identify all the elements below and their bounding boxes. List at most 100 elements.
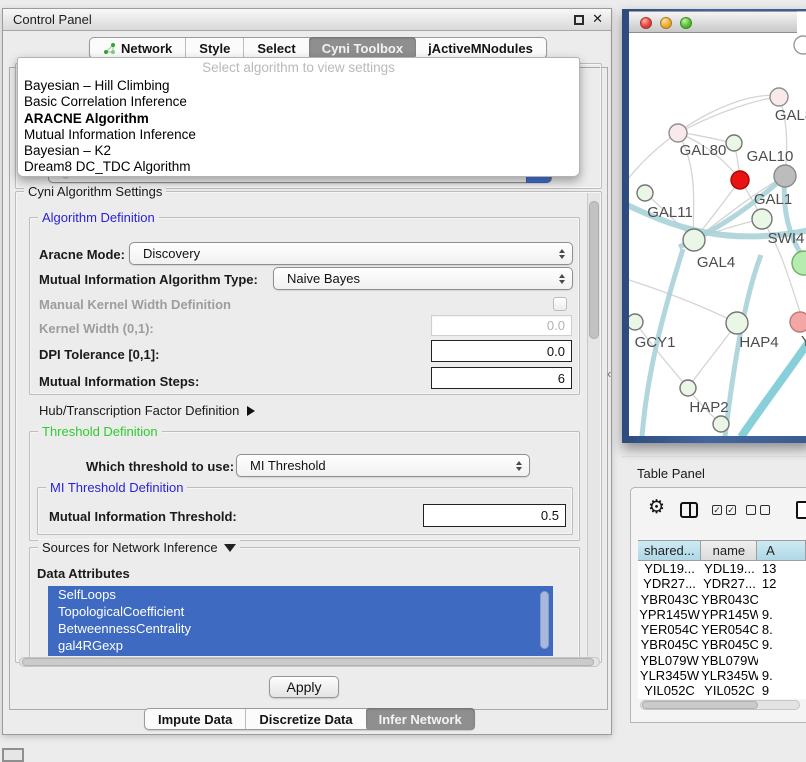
zoom-traffic-light-icon[interactable] bbox=[680, 17, 692, 29]
tab-discretize-data[interactable]: Discretize Data bbox=[246, 709, 366, 729]
network-node[interactable] bbox=[752, 209, 772, 229]
table-cell[interactable]: YBR045C bbox=[701, 637, 758, 652]
expander-collapsed-icon[interactable] bbox=[247, 406, 255, 416]
network-node[interactable] bbox=[726, 135, 742, 151]
dropdown-item[interactable]: Dream8 DC_TDC Algorithm bbox=[18, 159, 579, 175]
table-row[interactable]: YIL052C YIL052C 9 bbox=[638, 683, 806, 698]
settings-horizontal-scrollbar[interactable] bbox=[19, 657, 600, 667]
data-attributes-list[interactable]: SelfLoops TopologicalCoefficient Between… bbox=[48, 586, 553, 656]
table-cell[interactable]: 8. bbox=[758, 622, 806, 637]
combobox-stepper-icon[interactable] bbox=[559, 274, 565, 284]
network-window-titlebar[interactable] bbox=[629, 11, 797, 33]
tab-cyni-toolbox[interactable]: Cyni Toolbox bbox=[309, 37, 416, 59]
table-horizontal-scrollbar[interactable] bbox=[640, 700, 800, 710]
network-node[interactable] bbox=[637, 185, 653, 201]
bottom-left-widget[interactable] bbox=[2, 748, 24, 762]
tab-infer-network[interactable]: Infer Network bbox=[366, 708, 475, 730]
table-cell[interactable]: YIL052C bbox=[638, 683, 701, 698]
network-node[interactable] bbox=[790, 312, 806, 332]
split-columns-icon[interactable] bbox=[680, 502, 698, 518]
column-header[interactable]: name bbox=[701, 541, 757, 560]
table-row[interactable]: YPR145W YPR145W 9. bbox=[638, 607, 806, 622]
mi-type-combobox[interactable]: Naive Bayes bbox=[273, 267, 573, 290]
apply-button[interactable]: Apply bbox=[269, 676, 339, 698]
table-row[interactable]: YLR345W YLR345W 9. bbox=[638, 668, 806, 683]
tab-select[interactable]: Select bbox=[244, 38, 309, 58]
table-cell[interactable] bbox=[758, 592, 806, 607]
list-item[interactable]: TopologicalCoefficient bbox=[48, 603, 553, 620]
table-cell[interactable]: YDR27... bbox=[701, 576, 758, 591]
tab-jactivemnodules[interactable]: jActiveMNodules bbox=[415, 38, 546, 58]
aracne-mode-combobox[interactable]: Discovery bbox=[129, 242, 573, 265]
table-cell[interactable]: YDL19... bbox=[701, 561, 758, 576]
table-cell[interactable] bbox=[758, 653, 806, 668]
dropdown-item[interactable]: Basic Correlation Inference bbox=[18, 94, 579, 110]
network-view-window[interactable]: GAL8GAL80GAL10GAL1GAL11SWI4GAL4GCY1HAP4Y… bbox=[622, 9, 806, 443]
dropdown-item[interactable]: Bayesian – K2 bbox=[18, 143, 579, 159]
table-row[interactable]: YBL079W YBL079W bbox=[638, 653, 806, 668]
table-row[interactable]: YBR043C YBR043C bbox=[638, 592, 806, 607]
combobox-stepper-icon[interactable] bbox=[559, 249, 565, 259]
tab-style[interactable]: Style bbox=[186, 38, 244, 58]
kernel-width-field[interactable]: 0.0 bbox=[431, 315, 572, 336]
hub-expander[interactable]: Hub/Transcription Factor Definition bbox=[39, 403, 255, 418]
scrollbar-thumb[interactable] bbox=[22, 658, 594, 666]
network-node[interactable] bbox=[794, 36, 806, 54]
close-traffic-light-icon[interactable] bbox=[640, 17, 652, 29]
unchecked-pair-icon[interactable] bbox=[746, 505, 770, 515]
table-cell[interactable]: YDR27... bbox=[638, 576, 701, 591]
dpi-tolerance-field[interactable]: 0.0 bbox=[431, 340, 572, 362]
table-cell[interactable]: 9. bbox=[758, 668, 806, 683]
list-item[interactable]: BetweennessCentrality bbox=[48, 620, 553, 637]
manual-kernel-checkbox[interactable] bbox=[553, 297, 567, 311]
panel-collapse-chevron-icon[interactable]: ‹ bbox=[607, 366, 611, 381]
gear-icon[interactable]: ⚙ bbox=[648, 498, 665, 517]
table-row[interactable]: YBR045C YBR045C 9. bbox=[638, 637, 806, 652]
scrollbar-thumb[interactable] bbox=[642, 701, 758, 709]
table-cell[interactable]: YBR045C bbox=[638, 637, 701, 652]
network-canvas[interactable]: GAL8GAL80GAL10GAL1GAL11SWI4GAL4GCY1HAP4Y… bbox=[629, 33, 806, 436]
table-cell[interactable]: 12 bbox=[758, 576, 806, 591]
table-row[interactable]: YDL19... YDL19... 13 bbox=[638, 561, 806, 576]
scrollbar-thumb[interactable] bbox=[589, 201, 599, 339]
list-item[interactable]: SelfLoops bbox=[48, 586, 553, 603]
table-cell[interactable]: YER054C bbox=[638, 622, 701, 637]
combobox-stepper-icon[interactable] bbox=[516, 461, 522, 471]
checked-pair-icon[interactable]: ✓✓ bbox=[712, 505, 736, 515]
table-cell[interactable]: YIL052C bbox=[701, 683, 758, 698]
mi-steps-field[interactable]: 6 bbox=[431, 367, 572, 389]
table-cell[interactable]: YLR345W bbox=[701, 668, 758, 683]
network-node[interactable] bbox=[629, 314, 643, 330]
float-window-icon[interactable] bbox=[574, 15, 584, 25]
dropdown-item[interactable]: Mutual Information Inference bbox=[18, 127, 579, 143]
column-header[interactable]: shared... bbox=[638, 541, 701, 560]
network-node[interactable] bbox=[792, 251, 806, 275]
dropdown-item[interactable]: Bayesian – Hill Climbing bbox=[18, 78, 579, 94]
table-cell[interactable]: YBL079W bbox=[701, 653, 758, 668]
table-cell[interactable]: YPR145W bbox=[701, 607, 758, 622]
network-node[interactable] bbox=[669, 124, 687, 142]
network-node[interactable] bbox=[774, 165, 796, 187]
network-node[interactable] bbox=[683, 229, 705, 251]
tab-network[interactable]: Network bbox=[90, 38, 186, 58]
table-cell[interactable]: YBR043C bbox=[701, 592, 758, 607]
table-row[interactable]: YDR27... YDR27... 12 bbox=[638, 576, 806, 591]
table-cell[interactable]: YBR043C bbox=[638, 592, 701, 607]
expander-expanded-icon[interactable] bbox=[224, 544, 236, 552]
table-cell[interactable]: 13 bbox=[758, 561, 806, 576]
mi-threshold-field[interactable]: 0.5 bbox=[423, 504, 566, 527]
table-cell[interactable]: YER054C bbox=[701, 622, 758, 637]
close-icon[interactable]: ✕ bbox=[592, 11, 603, 27]
document-icon[interactable] bbox=[796, 501, 806, 519]
table-row[interactable]: YER054C YER054C 8. bbox=[638, 622, 806, 637]
network-node[interactable] bbox=[680, 380, 696, 396]
table-cell[interactable]: YDL19... bbox=[638, 561, 701, 576]
settings-vertical-scrollbar[interactable] bbox=[587, 193, 600, 660]
control-panel-titlebar[interactable]: Control Panel ✕ bbox=[3, 9, 611, 31]
table-cell[interactable]: 9. bbox=[758, 607, 806, 622]
list-item[interactable]: gal4RGexp bbox=[48, 637, 553, 654]
network-node[interactable] bbox=[726, 312, 748, 334]
sources-expander[interactable]: Sources for Network Inference bbox=[38, 540, 240, 555]
network-node[interactable] bbox=[713, 416, 729, 432]
table-cell[interactable]: YPR145W bbox=[638, 607, 701, 622]
